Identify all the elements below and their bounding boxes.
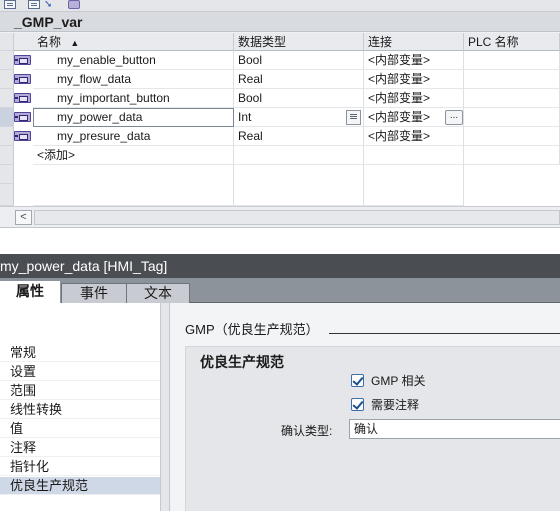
row-header[interactable] (0, 89, 14, 108)
cell-plc-name[interactable] (464, 89, 560, 108)
empty-cell (364, 165, 464, 206)
cell-type[interactable]: Real (234, 127, 364, 146)
tab-bar: 属性 事件 文本 (0, 278, 560, 304)
column-header-type[interactable]: 数据类型 (234, 33, 364, 51)
document-icon[interactable] (4, 0, 16, 9)
toolbar: ➘ (0, 0, 560, 12)
section-header: GMP（优良生产规范） (185, 322, 319, 337)
cell-name[interactable]: my_important_button (33, 89, 234, 108)
property-content: GMP（优良生产规范） 优良生产规范 GMP 相关 需要注释 确认类型: 确认 (171, 303, 560, 511)
row-header (0, 184, 14, 206)
property-nav: 常规 设置 范围 线性转换 值 注释 指针化 优良生产规范 (0, 303, 166, 511)
tag-icon (14, 93, 31, 103)
tag-icon (14, 55, 31, 65)
add-tag-cell[interactable]: <添加> (33, 146, 234, 165)
cell-connection[interactable]: <内部变量> (364, 51, 464, 70)
cell-name[interactable]: my_flow_data (33, 70, 234, 89)
needs-comment-label: 需要注释 (371, 398, 420, 412)
cell-plc-name[interactable] (464, 127, 560, 146)
table-row-selected[interactable]: my_power_data Int <内部变量> ... (0, 108, 560, 127)
cell-type[interactable]: Real (234, 70, 364, 89)
cell-connection[interactable]: <内部变量> (364, 70, 464, 89)
table-row[interactable]: my_presure_data Real <内部变量> (0, 127, 560, 146)
gmp-related-checkbox[interactable] (351, 374, 364, 387)
arrow-icon[interactable]: ➘ (44, 0, 56, 10)
cell-plc-name (464, 146, 560, 165)
cell-connection[interactable]: <内部变量> (364, 89, 464, 108)
gmp-related-label: GMP 相关 (371, 374, 426, 388)
cell-connection (364, 146, 464, 165)
cell-connection[interactable]: <内部变量> (364, 127, 464, 146)
row-header[interactable] (0, 146, 14, 165)
sort-ascending-icon: ▲ (70, 38, 80, 48)
column-header-name-label: 名称 (37, 35, 62, 49)
cell-name[interactable]: my_power_data (33, 108, 234, 127)
table-title: _GMP_var (0, 12, 560, 32)
column-header-connection[interactable]: 连接 (364, 33, 464, 51)
scroll-left-button[interactable]: < (15, 210, 32, 225)
table-row[interactable]: my_important_button Bool <内部变量> (0, 89, 560, 108)
cell-plc-name[interactable] (464, 70, 560, 89)
group-title: 优良生产规范 (200, 354, 284, 370)
confirm-type-select[interactable]: 确认 (349, 419, 560, 439)
gmp-group: 优良生产规范 GMP 相关 需要注释 确认类型: 确认 (185, 346, 560, 511)
tag-icon (14, 131, 31, 141)
section-divider (329, 333, 560, 334)
confirm-type-label: 确认类型: (281, 424, 333, 438)
nav-item-comment[interactable]: 注释 (0, 439, 160, 457)
edit-document-icon[interactable] (28, 0, 40, 9)
nav-item-range[interactable]: 范围 (0, 382, 160, 400)
nav-item-settings[interactable]: 设置 (0, 363, 160, 381)
cell-name[interactable]: my_presure_data (33, 127, 234, 146)
tab-properties[interactable]: 属性 (0, 281, 60, 304)
table-row[interactable]: my_enable_button Bool <内部变量> (0, 51, 560, 70)
nav-item-general[interactable]: 常规 (0, 344, 160, 362)
empty-cell (33, 165, 234, 206)
cell-plc-name[interactable] (464, 108, 560, 127)
horizontal-scrollbar[interactable]: < (0, 206, 560, 227)
needs-comment-checkbox[interactable] (351, 398, 364, 411)
scroll-track[interactable] (34, 210, 560, 225)
tab-events[interactable]: 事件 (61, 283, 127, 303)
row-header[interactable] (0, 108, 14, 127)
empty-rows (0, 165, 560, 206)
tab-texts[interactable]: 文本 (126, 283, 190, 303)
tag-icon (14, 74, 31, 84)
column-header-name[interactable]: 名称 ▲ (14, 33, 234, 51)
panel-splitter[interactable] (0, 227, 560, 254)
nav-item-gmp[interactable]: 优良生产规范 (0, 477, 160, 495)
row-header[interactable] (0, 70, 14, 89)
row-header[interactable] (0, 51, 14, 70)
add-tag-icon[interactable] (68, 0, 80, 9)
cell-type[interactable]: Bool (234, 51, 364, 70)
nav-item-linear-scaling[interactable]: 线性转换 (0, 401, 160, 419)
inspector-panel: my_power_data [HMI_Tag] 属性 事件 文本 常规 设置 范… (0, 254, 560, 511)
tag-icon (14, 112, 31, 122)
table-row[interactable]: my_flow_data Real <内部变量> (0, 70, 560, 89)
cell-plc-name[interactable] (464, 51, 560, 70)
row-header[interactable] (0, 127, 14, 146)
nav-item-values[interactable]: 值 (0, 420, 160, 438)
grid-corner[interactable] (0, 33, 14, 51)
tag-grid: 名称 ▲ 数据类型 连接 PLC 名称 my_enable_button Boo… (0, 33, 560, 206)
cell-type (234, 146, 364, 165)
nav-item-multiplexing[interactable]: 指针化 (0, 458, 160, 476)
add-row[interactable]: <添加> (0, 146, 560, 165)
cell-type[interactable]: Bool (234, 89, 364, 108)
cell-name[interactable]: my_enable_button (33, 51, 234, 70)
connection-browse-button[interactable]: ... (445, 110, 463, 125)
row-header (0, 165, 14, 184)
inspector-title: my_power_data [HMI_Tag] (0, 254, 560, 278)
nav-scrollbar[interactable] (160, 303, 170, 511)
empty-cell (234, 165, 364, 206)
tag-table-panel: _GMP_var 名称 ▲ 数据类型 连接 PLC 名称 my_enable_b… (0, 12, 560, 227)
column-header-plc-name[interactable]: PLC 名称 (464, 33, 560, 51)
cell-type[interactable]: Int (234, 108, 364, 127)
type-list-icon[interactable] (346, 110, 361, 125)
